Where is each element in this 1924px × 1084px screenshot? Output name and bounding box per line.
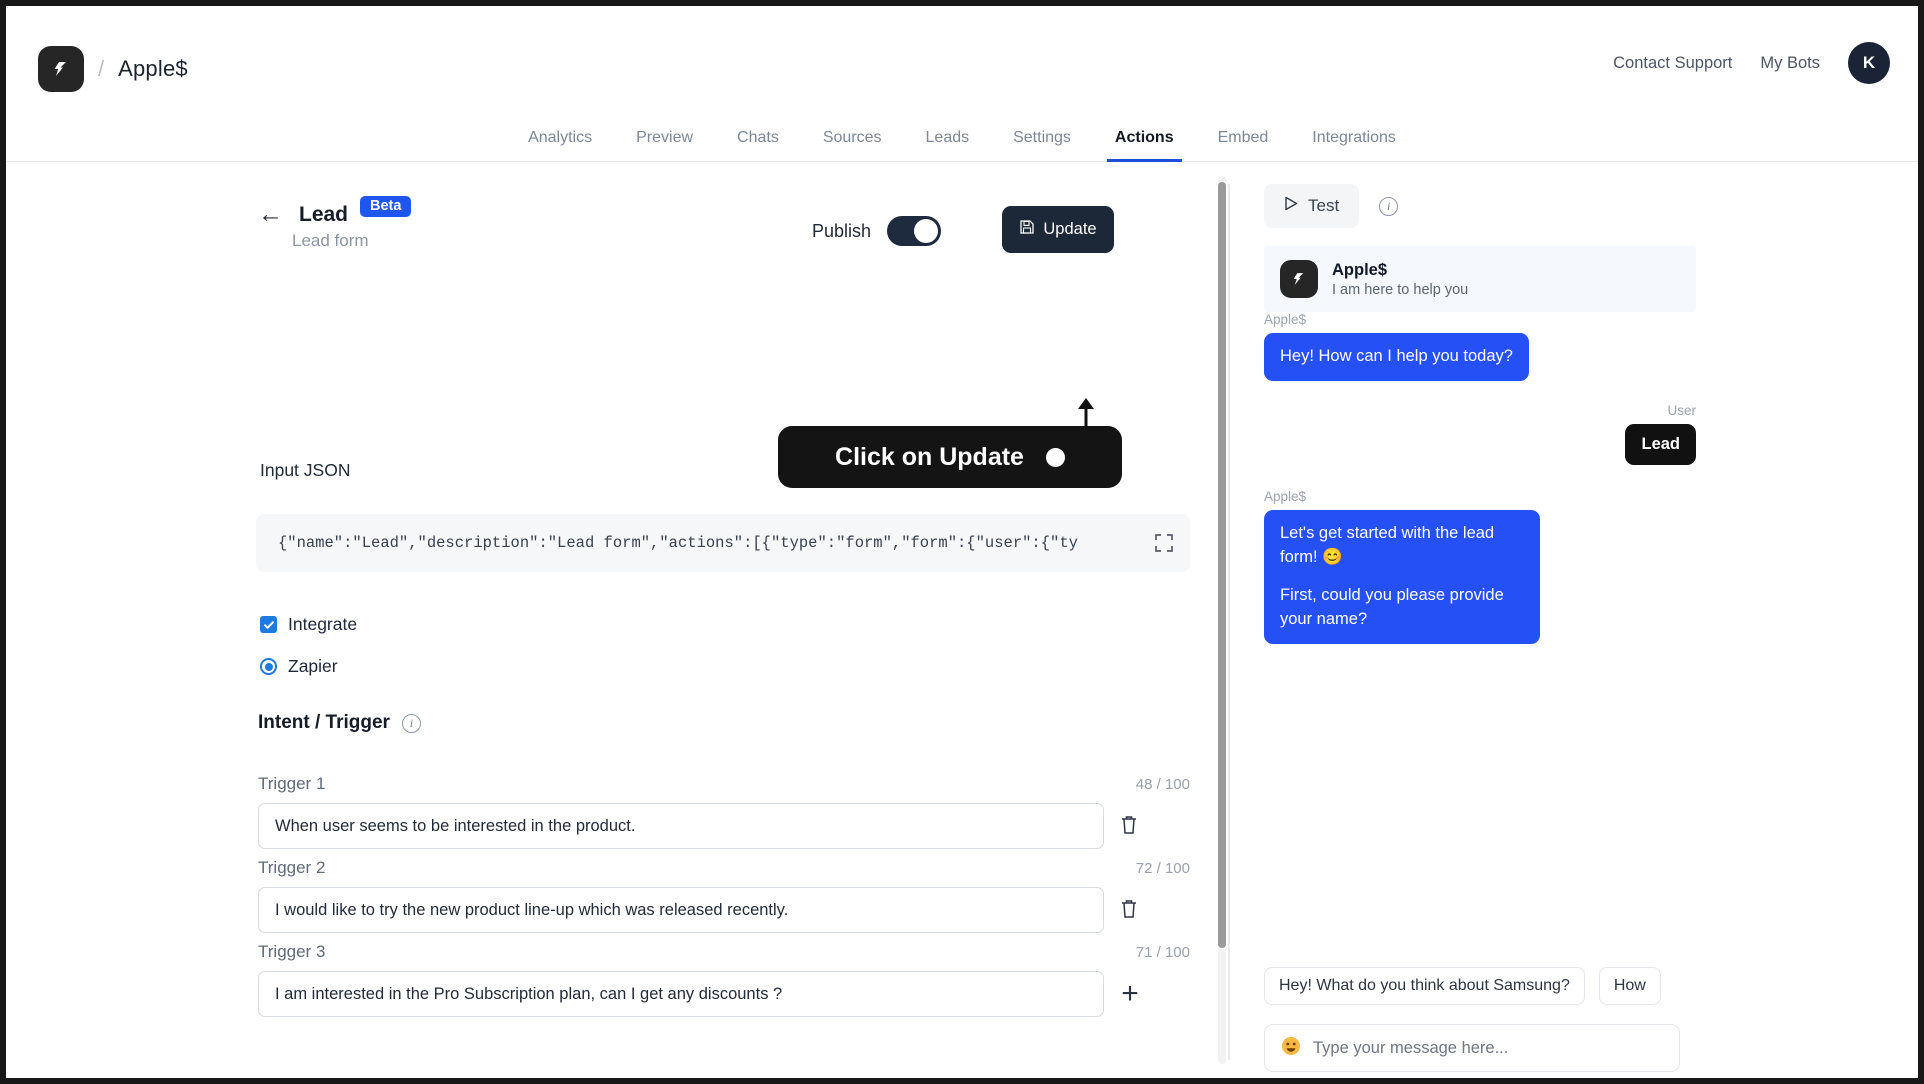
trigger-1-label: Trigger 1 <box>258 774 326 793</box>
expand-fullscreen-icon[interactable] <box>1154 533 1174 553</box>
breadcrumb: / Apple$ <box>38 46 188 92</box>
publish-label: Publish <box>812 220 872 241</box>
bot-message-bubble: Let's get started with the lead form! 😊 … <box>1264 509 1540 644</box>
click-update-tooltip: Click on Update <box>778 426 1122 488</box>
zapier-radio-row[interactable]: Zapier <box>260 656 338 677</box>
bot-message-bubble: Hey! How can I help you today? <box>1264 333 1529 381</box>
chat-bot-name: Apple$ <box>1332 260 1388 279</box>
integrate-checkbox-row[interactable]: Integrate <box>260 614 357 635</box>
trigger-2-delete-button[interactable] <box>1118 897 1140 923</box>
trigger-2-counter: 72 / 100 <box>1135 860 1190 877</box>
publish-toggle-group: Publish <box>812 216 942 246</box>
message-sender: Apple$ <box>1264 488 1307 504</box>
publish-toggle[interactable] <box>887 216 942 246</box>
test-button[interactable]: Test <box>1264 184 1360 228</box>
info-circle-icon[interactable]: i <box>1379 196 1399 216</box>
input-json-label: Input JSON <box>260 460 351 480</box>
message-line: First, could you please provide your nam… <box>1280 585 1504 628</box>
chat-message: Apple$ Let's get started with the lead f… <box>1264 489 1696 644</box>
trigger-2-label: Trigger 2 <box>258 858 326 877</box>
message-input-placeholder: Type your message here... <box>1313 1038 1509 1057</box>
advanced-section-toggle[interactable]: ▼ Advanced <box>258 1076 372 1078</box>
chat-messages: Apple$ Hey! How can I help you today? Us… <box>1264 312 1696 644</box>
top-bar: / Apple$ Contact Support My Bots K <box>6 6 1918 106</box>
zapier-label: Zapier <box>288 656 338 676</box>
tab-embed[interactable]: Embed <box>1196 129 1291 161</box>
emoji-smiley-icon[interactable] <box>1281 1036 1301 1061</box>
tab-chats[interactable]: Chats <box>715 129 801 161</box>
page-title: Apple$ <box>118 56 188 81</box>
add-trigger-button[interactable]: + <box>1118 979 1142 1009</box>
message-line: Hey! How can I help you today? <box>1280 347 1513 365</box>
test-controls: Test i <box>1264 184 1399 228</box>
action-subtitle: Lead form <box>292 231 369 250</box>
trigger-3-label: Trigger 3 <box>258 942 326 961</box>
tab-actions[interactable]: Actions <box>1093 129 1196 162</box>
main-nav-tabs: Analytics Preview Chats Sources Leads Se… <box>6 106 1918 162</box>
suggestion-chip[interactable]: Hey! What do you think about Samsung? <box>1264 967 1585 1005</box>
update-button[interactable]: Update <box>1002 206 1114 253</box>
suggestion-chips: Hey! What do you think about Samsung? Ho… <box>1264 967 1724 1005</box>
trigger-3-input[interactable] <box>258 971 1104 1017</box>
checkbox-checked-icon[interactable] <box>260 616 277 633</box>
action-editor-pane: ← Lead Beta Lead form Publish Update Cli… <box>6 162 1222 1078</box>
tab-sources[interactable]: Sources <box>801 129 904 161</box>
info-circle-icon[interactable]: i <box>401 713 421 733</box>
thinkstack-logo-icon <box>1280 260 1318 298</box>
update-button-label: Update <box>1043 220 1097 238</box>
trigger-1-counter: 48 / 100 <box>1135 776 1190 793</box>
action-name: Lead <box>299 202 349 226</box>
my-bots-link[interactable]: My Bots <box>1760 54 1820 73</box>
intent-trigger-title: Intent / Trigger <box>258 712 390 733</box>
tab-analytics[interactable]: Analytics <box>506 129 614 161</box>
chat-message: User Lead <box>1264 403 1696 465</box>
test-button-label: Test <box>1308 196 1340 215</box>
trigger-3-counter: 71 / 100 <box>1135 944 1190 961</box>
back-arrow-icon[interactable]: ← <box>258 202 283 227</box>
chat-message: Apple$ Hey! How can I help you today? <box>1264 312 1696 381</box>
breadcrumb-separator: / <box>98 56 105 81</box>
user-message-bubble: Lead <box>1625 423 1696 465</box>
message-line: Let's get started with the lead form! 😊 <box>1280 523 1495 566</box>
contact-support-link[interactable]: Contact Support <box>1613 54 1732 73</box>
chat-preview-pane: Test i Apple$ I am here to help you Appl… <box>1246 162 1918 1078</box>
trigger-row-1: Trigger 1 48 / 100 <box>258 774 1190 849</box>
tab-integrations[interactable]: Integrations <box>1290 129 1418 161</box>
trigger-2-input[interactable] <box>258 887 1104 933</box>
avatar[interactable]: K <box>1848 42 1890 84</box>
app-window: / Apple$ Contact Support My Bots K Analy… <box>0 0 1924 1084</box>
suggestion-chip[interactable]: How <box>1598 967 1661 1005</box>
top-bar-actions: Contact Support My Bots K <box>1613 42 1890 84</box>
content-area: ← Lead Beta Lead form Publish Update Cli… <box>6 162 1918 1078</box>
trigger-1-input[interactable] <box>258 803 1104 849</box>
trigger-row-3: Trigger 3 71 / 100 + <box>258 942 1190 1017</box>
save-disk-icon <box>1019 219 1035 240</box>
trigger-row-2: Trigger 2 72 / 100 <box>258 858 1190 933</box>
thinkstack-logo-icon[interactable] <box>38 46 84 92</box>
trigger-1-delete-button[interactable] <box>1118 813 1140 839</box>
message-composer[interactable]: Type your message here... <box>1264 1024 1680 1072</box>
pane-divider <box>1228 184 1230 1060</box>
tooltip-text: Click on Update <box>835 442 1024 471</box>
cursor-dot-icon <box>1045 447 1065 467</box>
chat-widget-header: Apple$ I am here to help you <box>1264 246 1696 312</box>
tab-preview[interactable]: Preview <box>614 129 715 161</box>
integrate-label: Integrate <box>288 614 358 634</box>
intent-trigger-heading: Intent / Trigger i <box>258 712 421 734</box>
beta-badge: Beta <box>360 196 412 217</box>
chat-bot-subtitle: I am here to help you <box>1332 281 1469 298</box>
message-sender: Apple$ <box>1264 312 1307 327</box>
tab-leads[interactable]: Leads <box>904 129 992 161</box>
action-header: ← Lead Beta Lead form <box>258 196 412 251</box>
play-icon <box>1284 196 1298 216</box>
message-sender: User <box>1667 402 1696 418</box>
tab-settings[interactable]: Settings <box>991 129 1093 161</box>
scrollbar-thumb[interactable] <box>1218 182 1226 948</box>
radio-selected-icon[interactable] <box>260 658 277 675</box>
input-json-value: {"name":"Lead","description":"Lead form"… <box>278 534 1078 552</box>
input-json-field[interactable]: {"name":"Lead","description":"Lead form"… <box>256 514 1190 572</box>
advanced-label: Advanced <box>281 1076 372 1078</box>
